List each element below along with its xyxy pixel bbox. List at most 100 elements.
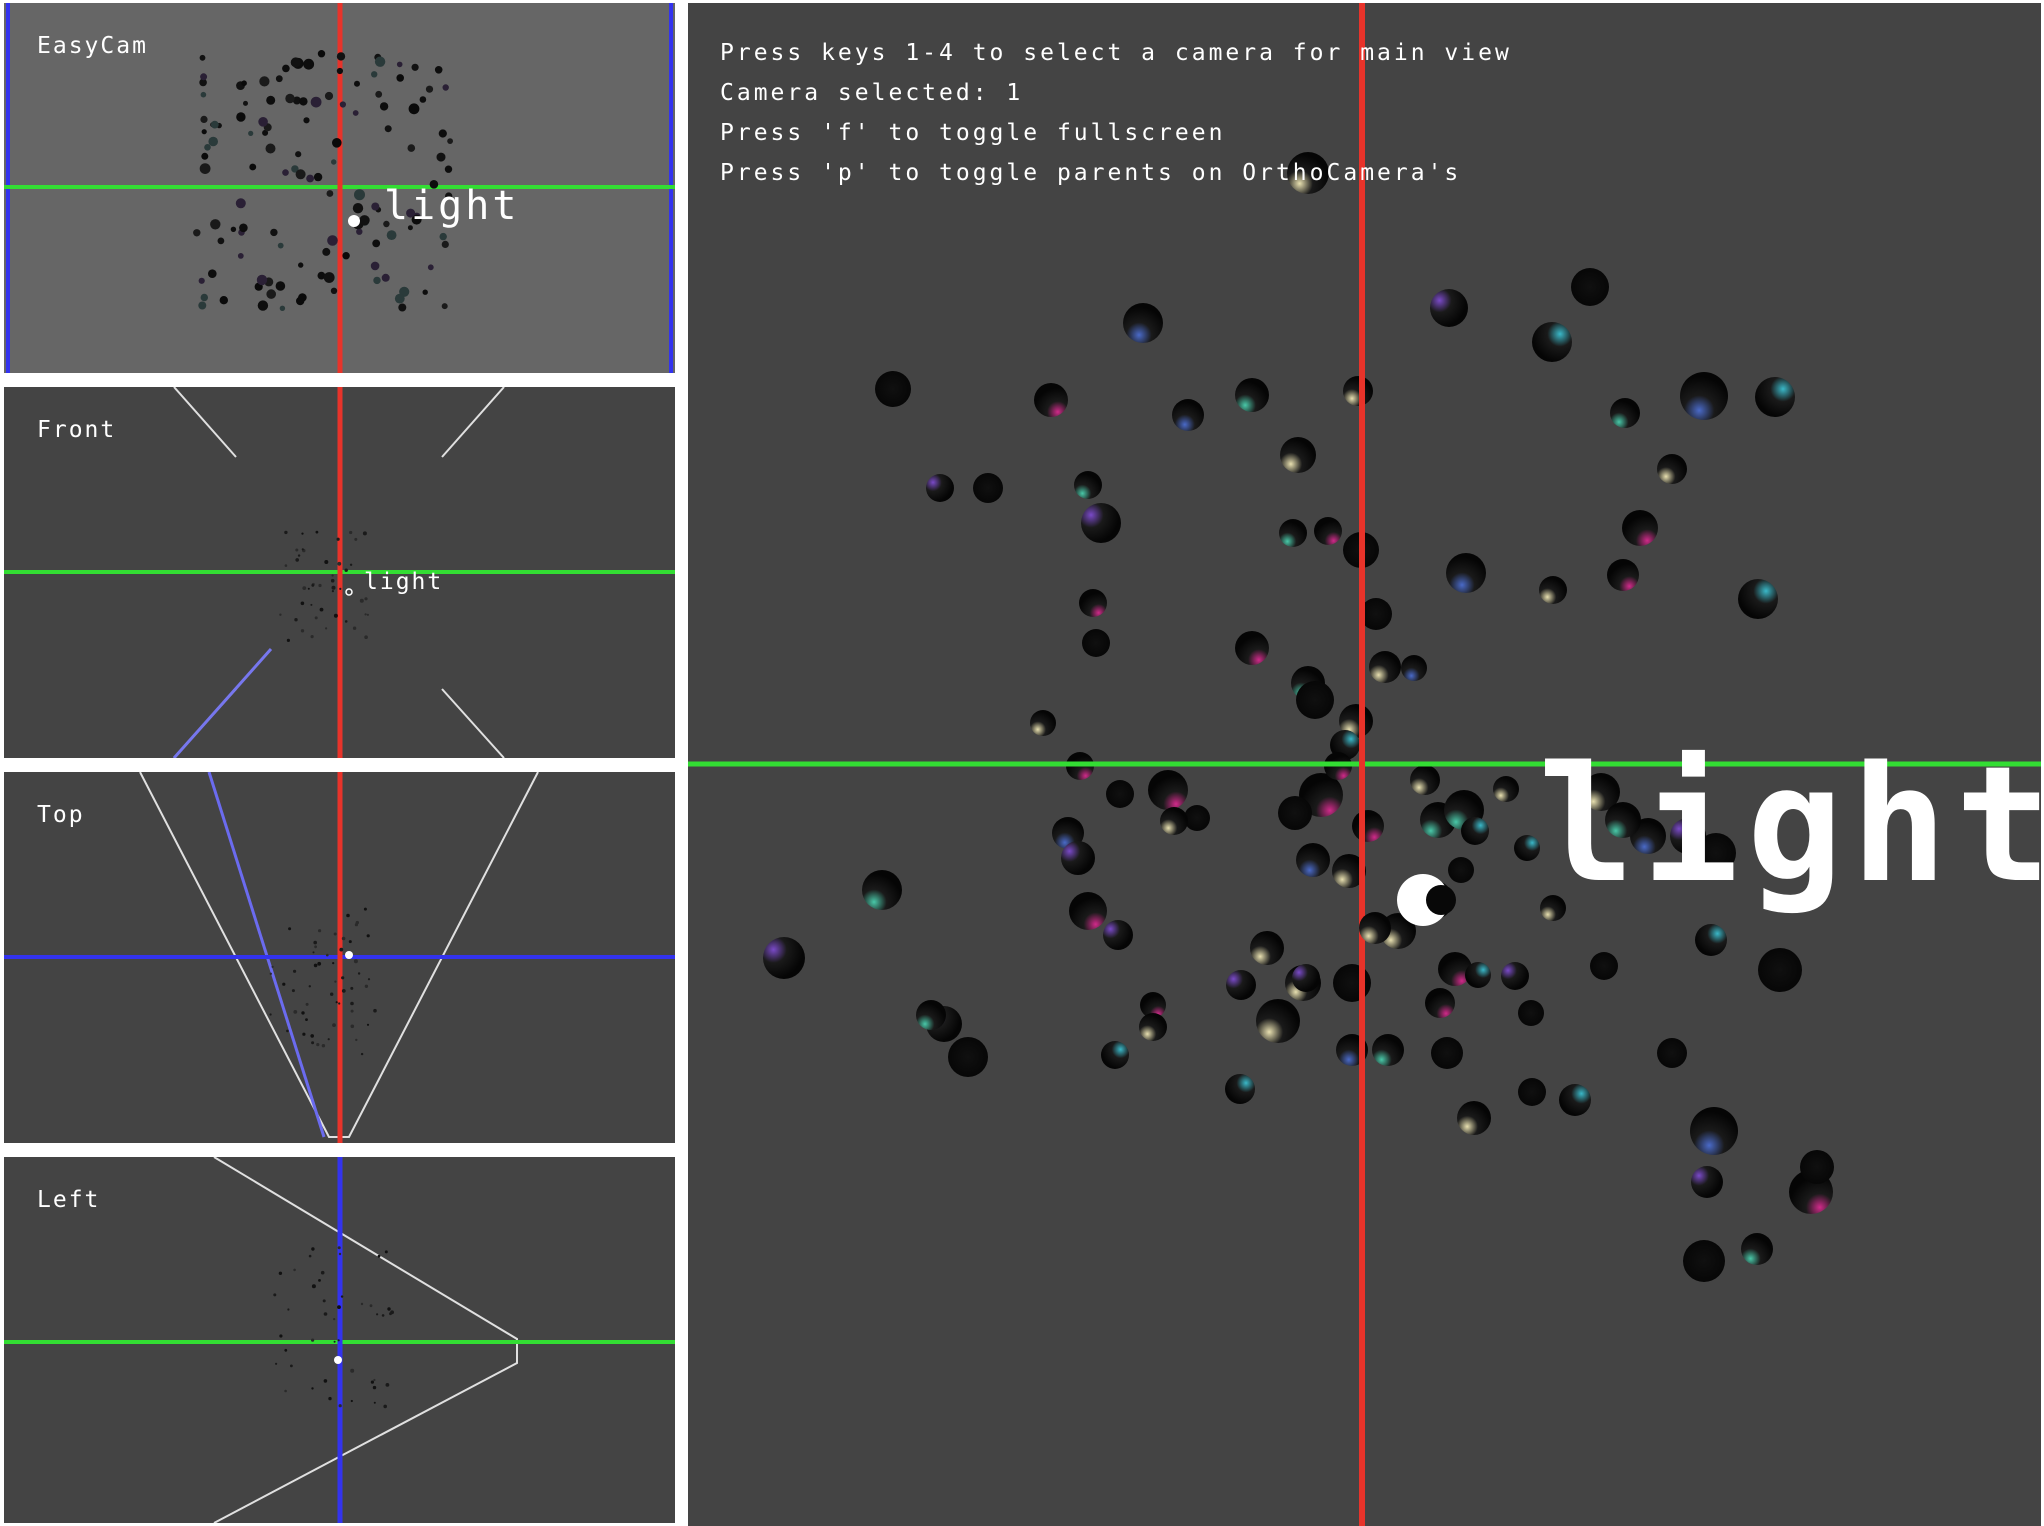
sphere xyxy=(287,1308,290,1311)
sphere xyxy=(323,1379,328,1383)
sphere xyxy=(249,163,257,171)
sphere xyxy=(349,530,353,535)
sphere xyxy=(394,293,405,304)
sphere xyxy=(1296,843,1330,877)
sphere xyxy=(341,989,346,993)
sphere xyxy=(323,272,335,283)
sphere xyxy=(350,1368,355,1373)
sphere xyxy=(386,230,397,241)
sphere xyxy=(339,947,344,952)
sphere xyxy=(1657,1038,1687,1068)
sphere xyxy=(300,601,305,606)
sphere xyxy=(341,976,345,980)
sphere xyxy=(1741,1233,1773,1265)
sphere xyxy=(333,613,338,618)
sphere xyxy=(1539,576,1567,604)
sphere xyxy=(334,980,337,983)
left-light-marker xyxy=(334,1356,342,1364)
sphere xyxy=(350,1009,354,1013)
sphere xyxy=(285,93,295,104)
sphere xyxy=(199,54,206,61)
sphere xyxy=(1160,807,1188,835)
front-viewport[interactable]: Front light xyxy=(4,387,675,758)
sphere xyxy=(199,163,211,175)
main-spheres xyxy=(763,152,1834,1282)
sphere xyxy=(364,613,367,616)
sphere xyxy=(419,96,427,103)
left-scene xyxy=(4,1157,675,1523)
sphere xyxy=(354,923,358,927)
sphere xyxy=(370,261,380,271)
sphere xyxy=(338,1404,342,1408)
sphere xyxy=(270,228,278,237)
sphere xyxy=(1518,1078,1546,1106)
sphere xyxy=(311,1247,315,1251)
sphere xyxy=(1461,817,1489,845)
top-label: Top xyxy=(37,802,85,828)
sphere xyxy=(330,992,334,996)
sphere xyxy=(236,112,246,122)
sphere xyxy=(296,296,305,306)
sphere xyxy=(320,1270,325,1275)
sphere xyxy=(316,1043,320,1047)
sphere xyxy=(973,473,1003,503)
sphere xyxy=(256,274,268,286)
sphere xyxy=(301,1011,305,1015)
sphere xyxy=(208,136,218,147)
sphere xyxy=(332,962,335,965)
sphere xyxy=(311,1387,314,1390)
sphere xyxy=(359,215,370,226)
sphere xyxy=(1607,559,1639,591)
sphere xyxy=(271,965,274,968)
sphere xyxy=(282,982,286,986)
sphere xyxy=(1372,1034,1404,1066)
sphere xyxy=(381,1314,385,1317)
sphere xyxy=(349,563,353,566)
sphere xyxy=(297,554,301,557)
sphere xyxy=(1352,810,1384,842)
top-viewport[interactable]: Top xyxy=(4,772,675,1143)
left-viewport[interactable]: Left xyxy=(4,1157,675,1523)
sphere xyxy=(371,71,378,78)
sphere xyxy=(384,125,392,133)
easycam-viewport[interactable]: EasyCam light xyxy=(4,3,675,373)
sphere xyxy=(326,953,329,957)
sphere xyxy=(1034,383,1068,417)
sphere xyxy=(1292,964,1320,992)
sphere xyxy=(312,951,315,954)
sphere xyxy=(286,638,290,642)
sphere xyxy=(335,1001,338,1004)
sphere xyxy=(354,80,360,87)
sphere xyxy=(291,989,295,993)
sphere xyxy=(323,1312,328,1316)
sphere xyxy=(303,117,310,124)
sphere xyxy=(374,56,386,67)
sphere xyxy=(1343,376,1373,406)
sphere xyxy=(337,1339,340,1342)
sphere xyxy=(284,1348,288,1352)
sphere xyxy=(1123,303,1163,343)
sphere xyxy=(366,613,369,616)
main-viewport[interactable]: Press keys 1-4 to select a camera for ma… xyxy=(688,3,2041,1526)
sphere xyxy=(327,235,338,246)
sphere xyxy=(367,978,371,981)
instructions-list: Press keys 1-4 to select a camera for ma… xyxy=(720,33,1512,193)
sphere xyxy=(293,1268,296,1272)
sphere xyxy=(333,1318,336,1321)
sphere xyxy=(208,269,217,279)
sphere xyxy=(398,303,407,312)
sphere xyxy=(282,64,290,73)
sphere xyxy=(200,293,208,302)
sphere xyxy=(279,1334,283,1338)
sphere xyxy=(317,50,326,58)
sphere xyxy=(275,1362,278,1365)
sphere xyxy=(331,590,334,593)
sphere xyxy=(339,587,342,590)
sphere xyxy=(235,198,246,209)
sphere xyxy=(328,1396,332,1401)
sphere xyxy=(275,281,286,291)
sphere xyxy=(1101,1041,1129,1069)
sphere xyxy=(1514,835,1540,861)
sphere xyxy=(308,985,311,988)
sphere xyxy=(290,1364,293,1368)
